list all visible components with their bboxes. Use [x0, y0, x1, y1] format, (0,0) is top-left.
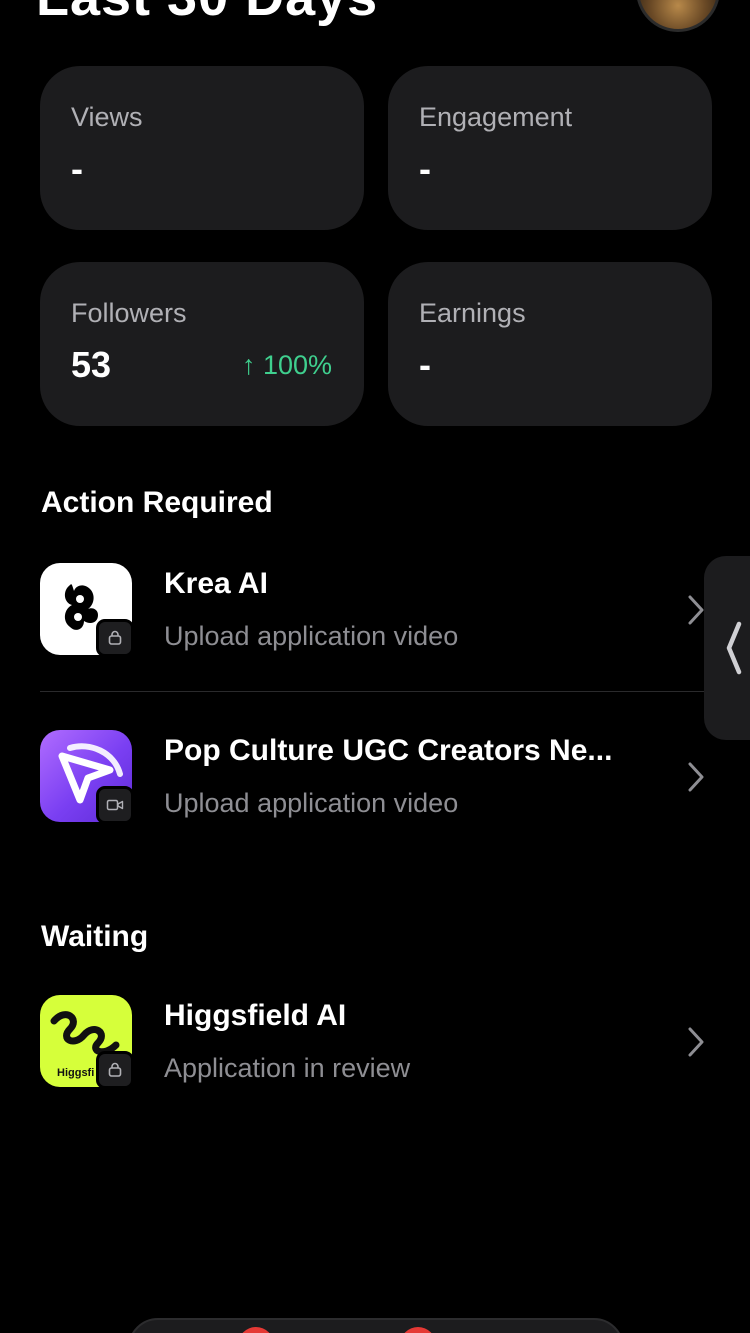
earnings-value: - — [419, 344, 431, 385]
list-item-higgsfield-ai[interactable]: Higgsfi Higgsfield AI Application in rev… — [40, 995, 720, 1095]
chevron-right-icon[interactable] — [684, 760, 708, 794]
views-label: Views — [71, 102, 143, 132]
engagement-card[interactable]: Engagement - — [388, 66, 712, 230]
views-card[interactable]: Views - — [40, 66, 364, 230]
item-status: Upload application video — [164, 621, 459, 651]
item-status: Application in review — [164, 1053, 411, 1083]
list-item-krea-ai[interactable]: Krea AI Upload application video — [40, 563, 720, 663]
engagement-value: - — [419, 148, 431, 189]
avatar[interactable] — [636, 0, 720, 32]
item-name: Krea AI — [164, 567, 268, 600]
earnings-card[interactable]: Earnings - — [388, 262, 712, 426]
engagement-label: Engagement — [419, 102, 573, 132]
waiting-heading: Waiting — [41, 920, 149, 953]
lock-icon — [96, 1051, 134, 1089]
higgsfield-logo-text: Higgsfi — [57, 1067, 95, 1079]
chevron-right-icon[interactable] — [684, 1025, 708, 1059]
side-drawer-handle[interactable] — [704, 556, 750, 740]
earnings-label: Earnings — [419, 298, 526, 328]
bottom-tab-bar[interactable] — [128, 1318, 624, 1333]
followers-trend: ↑ 100% — [241, 350, 332, 380]
item-status: Upload application video — [164, 788, 459, 818]
followers-value: 53 — [71, 344, 112, 385]
item-name: Pop Culture UGC Creators Ne... — [164, 734, 613, 767]
chevron-left-icon — [726, 621, 742, 675]
list-item-pop-culture[interactable]: Pop Culture UGC Creators Ne... Upload ap… — [40, 730, 720, 830]
followers-card[interactable]: Followers 53 ↑ 100% — [40, 262, 364, 426]
divider — [40, 691, 720, 692]
page-title: Last 30 Days — [36, 0, 378, 28]
action-required-heading: Action Required — [41, 486, 273, 519]
item-name: Higgsfield AI — [164, 999, 347, 1032]
page: Last 30 Days Views - Engagement - Follow… — [0, 0, 750, 1333]
views-value: - — [71, 148, 83, 189]
lock-icon — [96, 619, 134, 657]
followers-label: Followers — [71, 298, 187, 328]
video-icon — [96, 786, 134, 824]
